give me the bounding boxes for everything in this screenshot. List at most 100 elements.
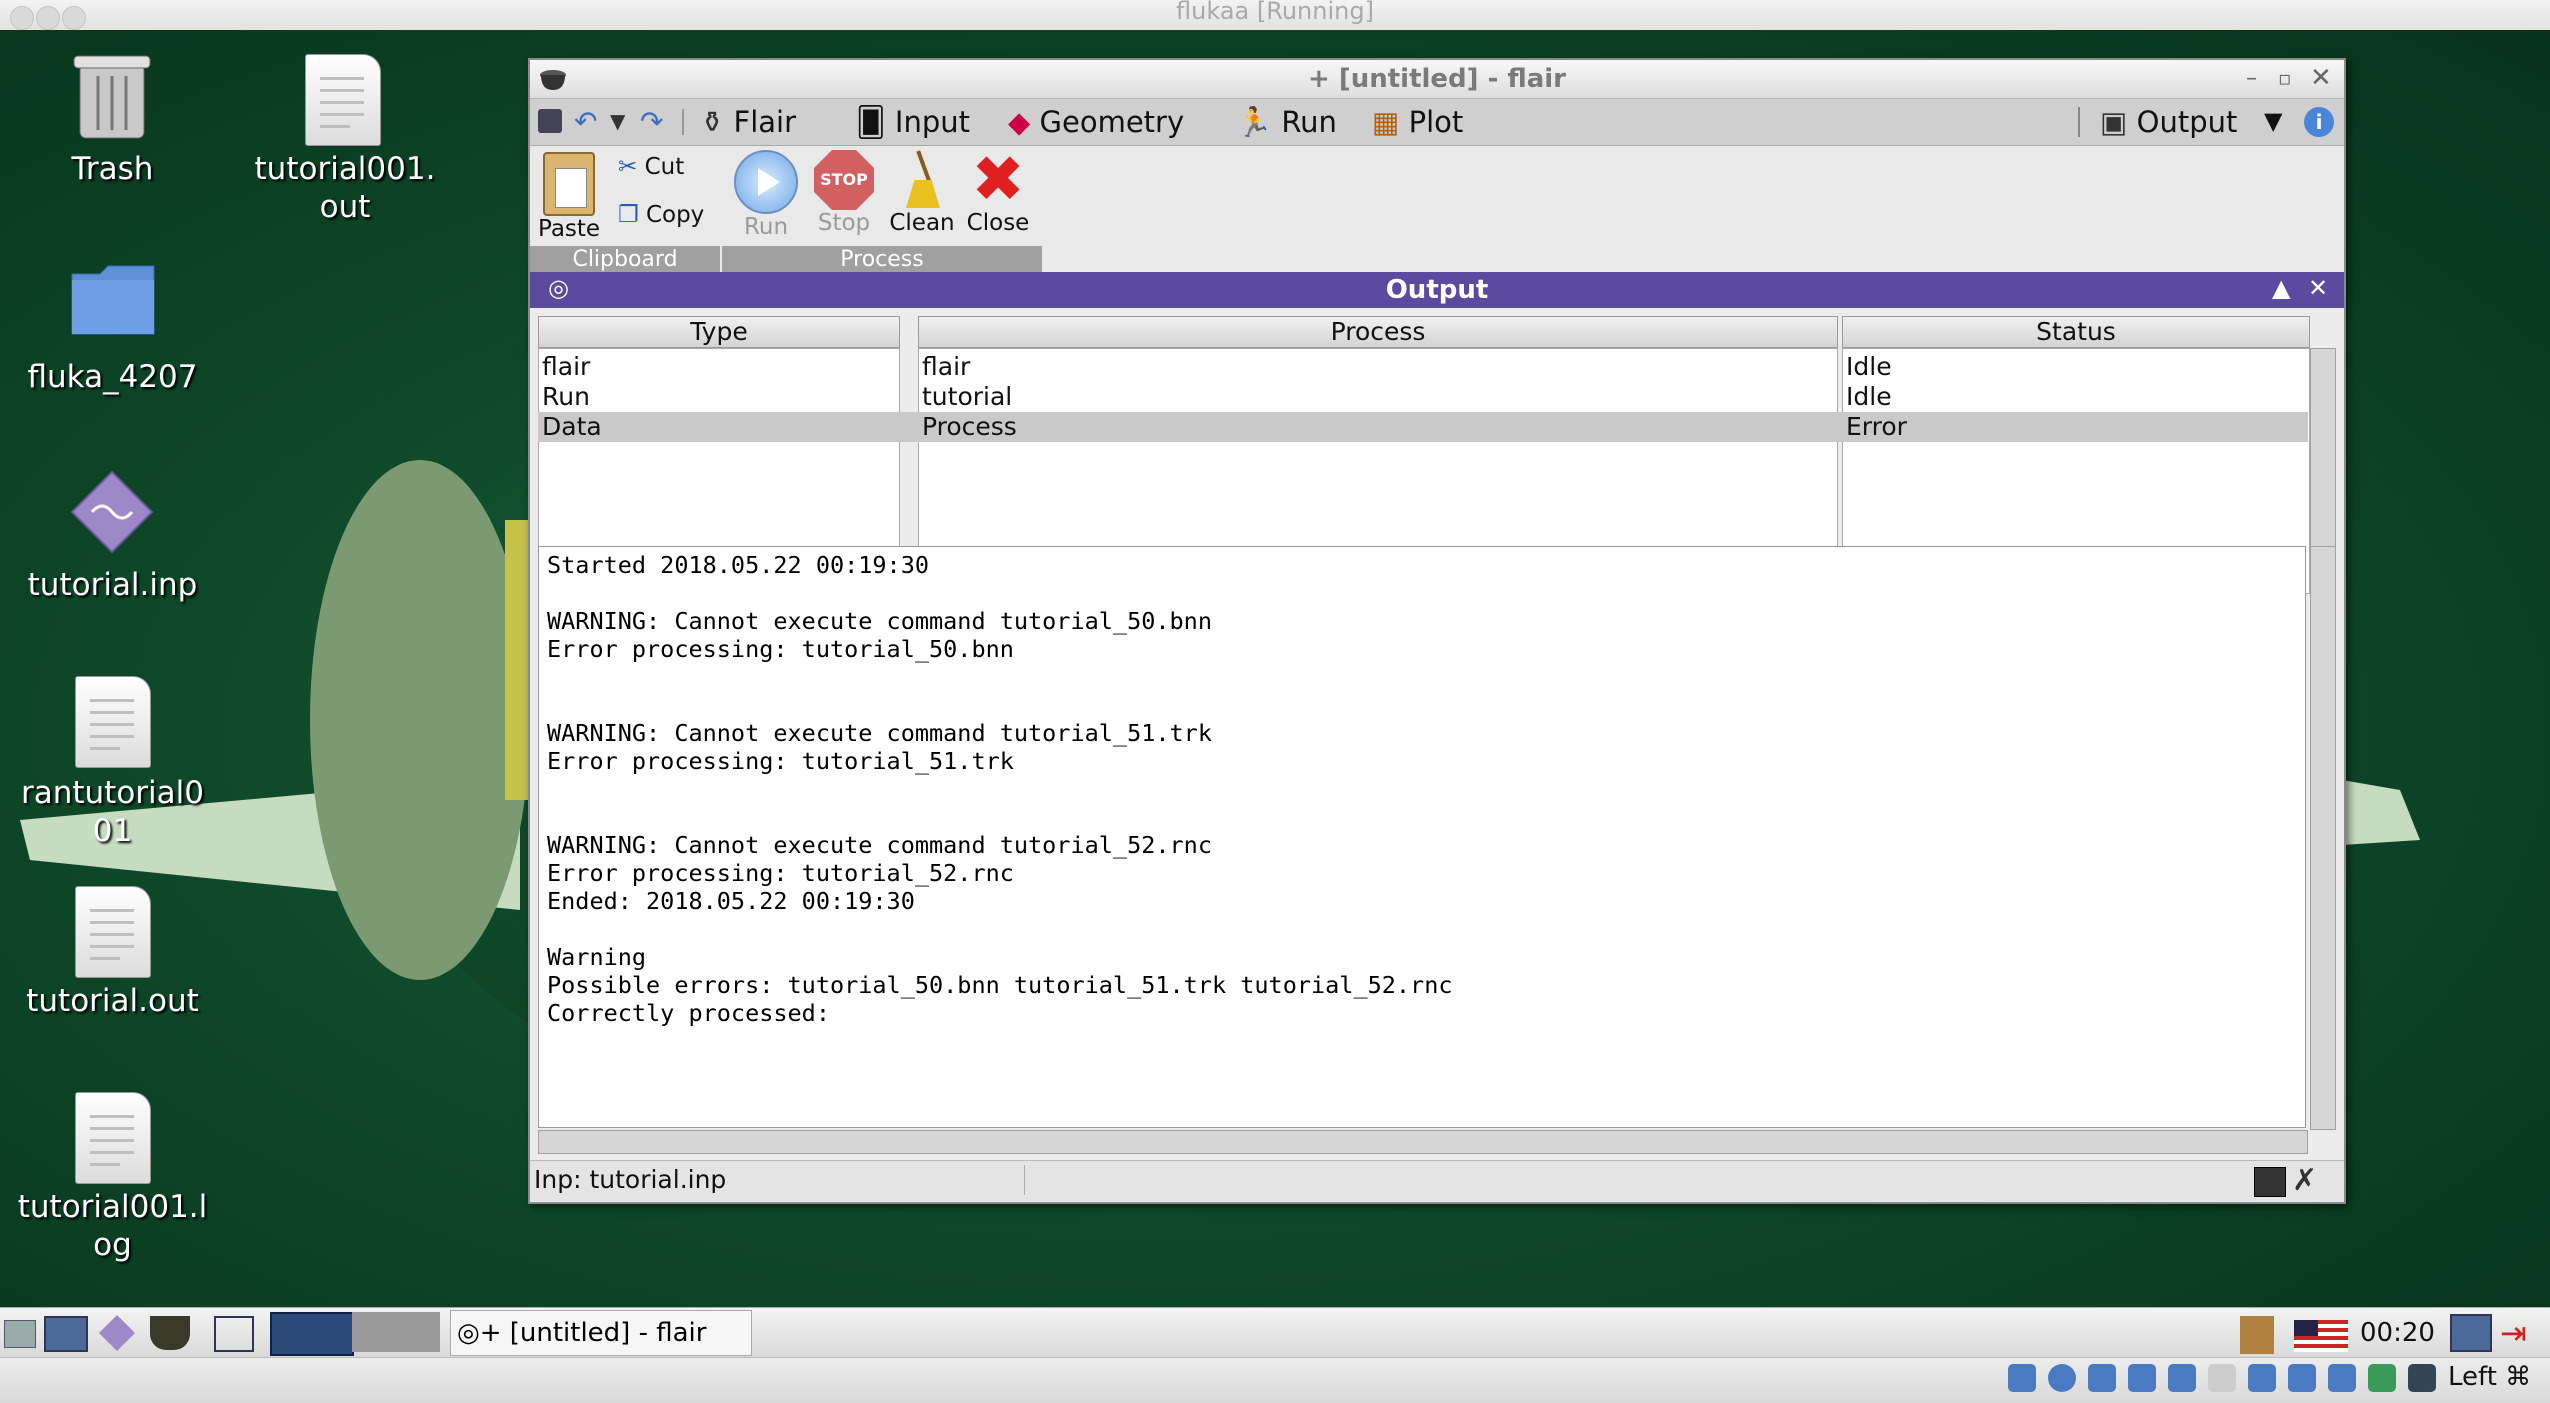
scissors-icon: ✂ bbox=[618, 154, 638, 180]
folder-icon[interactable] bbox=[70, 262, 156, 336]
logout-icon[interactable]: ⇥ bbox=[2500, 1314, 2536, 1352]
undo-dropdown-icon[interactable]: ▼ bbox=[610, 109, 625, 133]
download-icon[interactable] bbox=[2408, 1364, 2436, 1392]
network-icon[interactable] bbox=[2128, 1364, 2156, 1392]
desktop-icon-label[interactable]: Trash bbox=[10, 150, 215, 188]
menu-run[interactable]: 🏃 Run bbox=[1236, 99, 1337, 145]
menu-output-label: Output bbox=[2136, 105, 2238, 139]
desktop-icon-label[interactable]: tutorial001.l og bbox=[5, 1188, 220, 1264]
monitor-icon[interactable] bbox=[2450, 1314, 2492, 1352]
cell-process: Process bbox=[922, 412, 1017, 441]
desktop-icon-label[interactable]: rantutorial0 01 bbox=[5, 774, 220, 850]
cauldron-icon: ◎ bbox=[457, 1318, 480, 1348]
shared-folder-icon[interactable] bbox=[2208, 1364, 2236, 1392]
separator bbox=[2078, 107, 2080, 137]
cauldron-icon[interactable] bbox=[150, 1316, 190, 1350]
cell-process: flair bbox=[922, 352, 971, 381]
collapse-icon[interactable]: ▲ bbox=[2272, 274, 2290, 302]
copy-icon: ❐ bbox=[618, 202, 639, 228]
table-row[interactable]: flair flair Idle bbox=[538, 352, 2316, 382]
undo-icon[interactable]: ↶ bbox=[574, 105, 597, 138]
desktop-icon-label[interactable]: tutorial.inp bbox=[10, 566, 215, 604]
minimize-icon[interactable]: – bbox=[2246, 66, 2257, 91]
desktop-icon-label[interactable]: fluka_4207 bbox=[10, 358, 215, 396]
taskbar-window-label: + [untitled] - flair bbox=[479, 1318, 707, 1348]
trash-icon[interactable] bbox=[70, 50, 154, 142]
document-icon[interactable] bbox=[305, 54, 381, 146]
us-flag-icon[interactable] bbox=[2294, 1320, 2348, 1352]
table-row[interactable]: Run tutorial Idle bbox=[538, 382, 2316, 412]
log-horizontal-scrollbar[interactable] bbox=[538, 1130, 2308, 1154]
document-icon[interactable] bbox=[75, 886, 151, 978]
paste-label: Paste bbox=[538, 216, 601, 242]
clipboard-tray-icon[interactable] bbox=[2240, 1316, 2274, 1354]
copy-label: Copy bbox=[645, 202, 705, 228]
menu-dropdown-icon[interactable]: ▼ bbox=[2264, 107, 2282, 135]
stop-button[interactable]: STOP Stop bbox=[808, 150, 880, 236]
copy-button[interactable]: ❐ Copy bbox=[618, 202, 704, 228]
display-icon[interactable] bbox=[2248, 1364, 2276, 1392]
menu-input[interactable]: 🂠 Input bbox=[856, 99, 970, 145]
windows-icon[interactable] bbox=[214, 1316, 254, 1352]
output-log[interactable]: Started 2018.05.22 00:19:30 WARNING: Can… bbox=[538, 546, 2306, 1128]
desktop-icon-label[interactable]: tutorial001. out bbox=[230, 150, 460, 226]
hdd-icon[interactable] bbox=[2008, 1364, 2036, 1392]
table-row-selected[interactable]: Data Process Error bbox=[538, 412, 2308, 442]
redo-icon[interactable]: ↷ bbox=[640, 105, 663, 138]
column-header-status[interactable]: Status bbox=[1842, 316, 2310, 348]
geometry-icon: ◆ bbox=[1008, 105, 1031, 139]
info-icon[interactable]: i bbox=[2304, 107, 2334, 137]
clipboard-group-label: Clipboard bbox=[530, 246, 720, 274]
menu-flair[interactable]: ⚱ Flair bbox=[700, 99, 796, 145]
workspace-2[interactable] bbox=[352, 1312, 440, 1352]
column-header-type[interactable]: Type bbox=[538, 316, 900, 348]
clean-button[interactable]: Clean bbox=[886, 150, 958, 236]
cut-button[interactable]: ✂ Cut bbox=[618, 154, 684, 180]
host-key-label: Left ⌘ bbox=[2448, 1362, 2532, 1392]
desktop-icon-label[interactable]: tutorial.out bbox=[10, 982, 215, 1020]
close-icon[interactable]: ✕ bbox=[2310, 63, 2332, 93]
cell-process: tutorial bbox=[922, 382, 1013, 411]
document-icon[interactable] bbox=[75, 1092, 151, 1184]
cell-type: Run bbox=[542, 382, 590, 411]
close-label: Close bbox=[966, 210, 1030, 236]
paste-button[interactable]: Paste bbox=[538, 152, 600, 242]
menu-plot[interactable]: ▦ Plot bbox=[1372, 99, 1463, 145]
menu-output[interactable]: ▣ Output bbox=[2100, 99, 2237, 145]
taskbar-window-button[interactable]: ◎+ [untitled] - flair bbox=[450, 1310, 752, 1356]
cell-status: Idle bbox=[1846, 352, 1892, 381]
menu-geometry[interactable]: ◆ Geometry bbox=[1008, 99, 1184, 145]
plot-icon: ▦ bbox=[1372, 105, 1400, 139]
process-group-label: Process bbox=[722, 246, 1042, 274]
usb-icon[interactable] bbox=[2168, 1364, 2196, 1392]
show-desktop-icon[interactable] bbox=[4, 1320, 36, 1348]
log-vertical-scrollbar[interactable] bbox=[2310, 546, 2336, 1130]
close-button[interactable]: ✖ Close bbox=[962, 148, 1034, 236]
host-title-bar: flukaa [Running] bbox=[0, 0, 2550, 31]
panel-close-icon[interactable]: ✕ bbox=[2308, 274, 2328, 302]
output-panel-header: ◎ Output ▲ ✕ bbox=[530, 272, 2344, 308]
audio-icon[interactable] bbox=[2088, 1364, 2116, 1392]
terminal-icon[interactable] bbox=[2254, 1167, 2286, 1197]
save-icon[interactable] bbox=[538, 109, 562, 133]
computer-icon[interactable] bbox=[44, 1316, 88, 1352]
window-title-bar[interactable]: + [untitled] - flair – ▫ ✕ bbox=[530, 60, 2344, 99]
menu-plot-label: Plot bbox=[1408, 105, 1464, 139]
clock[interactable]: 00:20 bbox=[2360, 1318, 2435, 1348]
column-header-process[interactable]: Process bbox=[918, 316, 1838, 348]
document-icon[interactable] bbox=[75, 676, 151, 768]
flair-input-icon[interactable] bbox=[70, 470, 154, 554]
maximize-icon[interactable]: ▫ bbox=[2278, 66, 2292, 90]
output-panel-title: Output bbox=[1385, 275, 1489, 305]
cd-icon[interactable] bbox=[2048, 1364, 2076, 1392]
cpu-icon[interactable] bbox=[2328, 1364, 2356, 1392]
menu-flair-label: Flair bbox=[733, 105, 797, 139]
recording-icon[interactable] bbox=[2288, 1364, 2316, 1392]
cut-label: Cut bbox=[644, 154, 685, 180]
guest-additions-icon[interactable] bbox=[2368, 1364, 2396, 1392]
workspace-1[interactable] bbox=[270, 1312, 354, 1356]
flair-launcher-icon[interactable] bbox=[98, 1314, 136, 1352]
tools-icon[interactable]: ✗ bbox=[2292, 1163, 2317, 1198]
menu-run-label: Run bbox=[1281, 105, 1337, 139]
run-button[interactable]: Run bbox=[730, 150, 802, 240]
